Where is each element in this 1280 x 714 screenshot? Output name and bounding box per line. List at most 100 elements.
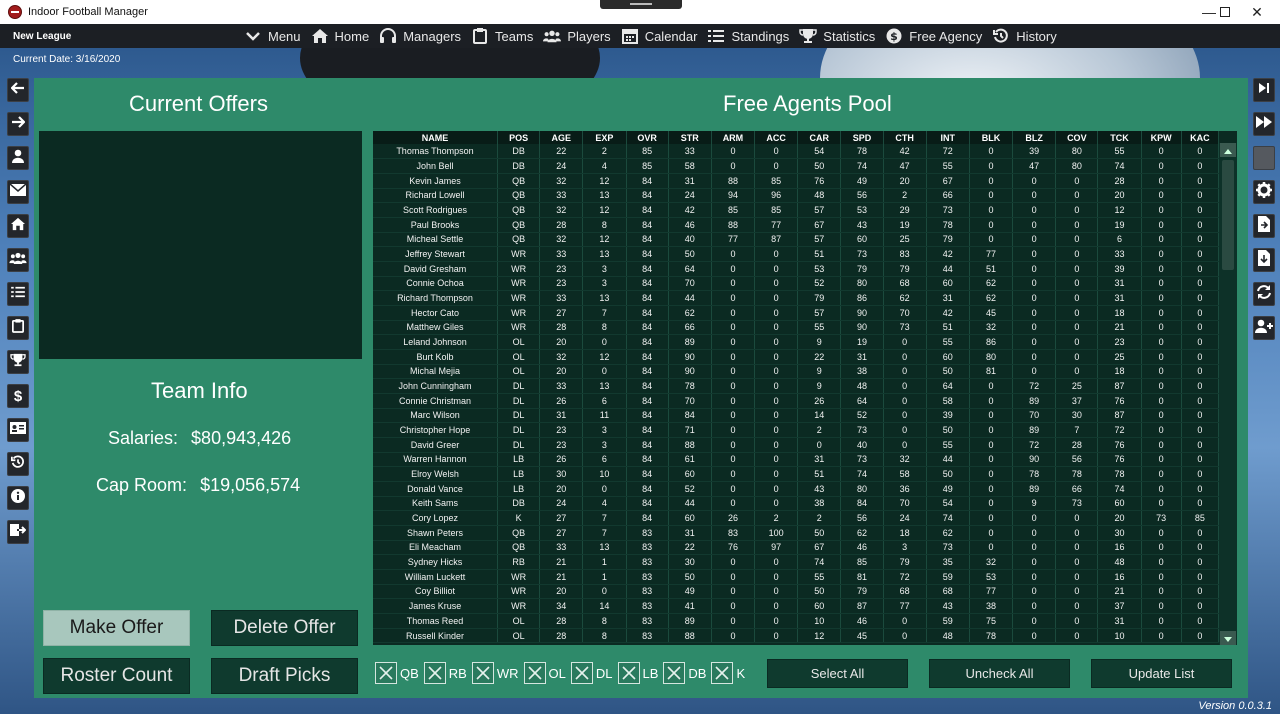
filter-checkbox-wr[interactable] [471, 662, 494, 684]
filter-ol[interactable]: OL [523, 662, 568, 684]
nav-standings[interactable]: Standings [707, 24, 789, 48]
filter-rb[interactable]: RB [423, 662, 469, 684]
nav-calendar[interactable]: Calendar [621, 24, 697, 48]
history-side-button[interactable] [7, 452, 29, 476]
skip-to-end-button[interactable] [1253, 78, 1275, 102]
table-row[interactable]: Donald Vance LB 20 0 84 52 0 0 43 80 36 49 0 89 66 74 0 0 [373, 481, 1220, 497]
table-row[interactable]: Michal Mejia OL 20 0 84 90 0 0 9 38 0 50 81 0 0 18 0 0 [373, 364, 1220, 380]
column-header-acc[interactable]: ACC [754, 131, 799, 144]
column-header-str[interactable]: STR [668, 131, 712, 144]
filter-checkbox-ol[interactable] [523, 662, 546, 684]
table-row[interactable]: Coy Billiot WR 20 0 83 49 0 0 50 79 68 68 77 0 0 21 0 0 [373, 584, 1220, 600]
back-button[interactable] [7, 78, 29, 102]
filter-db[interactable]: DB [663, 662, 708, 684]
filter-checkbox-qb[interactable] [375, 662, 397, 684]
home-side-button[interactable] [7, 214, 29, 238]
table-row[interactable]: Keith Sams DB 24 4 84 44 0 0 38 84 70 54 0 9 73 60 0 0 [373, 496, 1220, 512]
table-row[interactable]: Shawn Peters QB 27 7 83 31 83 100 50 62 18 62 0 0 0 30 0… [373, 525, 1220, 541]
table-row[interactable]: Eli Meacham QB 33 13 83 22 76 97 67 46 3 73 0 0 0 16 0 0 [373, 540, 1220, 556]
filter-lb[interactable]: LB [617, 662, 661, 684]
column-header-kpw[interactable]: KPW [1141, 131, 1182, 144]
table-row[interactable]: Micheal Settle QB 32 12 84 40 77 87 57 60 25 79 0 0 0 6… [373, 232, 1220, 248]
table-row[interactable]: Richard Thompson WR 33 13 84 44 0 0 79 86 62 31 62 0 0… [373, 290, 1220, 306]
nav-history[interactable]: History [992, 24, 1057, 48]
table-row[interactable]: Matthew Giles WR 28 8 84 66 0 0 55 90 73 51 32 0 0 21 0 0 [373, 320, 1220, 336]
messages-button[interactable] [7, 180, 29, 204]
table-row[interactable]: William Luckett WR 21 1 83 50 0 0 55 81 72 59 53 0 0 16… [373, 569, 1220, 585]
table-row[interactable]: Hector Cato WR 27 7 84 62 0 0 57 90 70 42 45 0 0 18 0 0 [373, 305, 1220, 321]
nav-statistics[interactable]: Statistics [799, 24, 875, 48]
column-header-exp[interactable]: EXP [582, 131, 627, 144]
table-row[interactable]: David Gresham WR 23 3 84 64 0 0 53 79 79 44 51 0 0 39 0 0 [373, 261, 1220, 277]
column-header-cov[interactable]: COV [1055, 131, 1099, 144]
select-all-button[interactable]: Select All [767, 659, 908, 688]
nav-players[interactable]: Players [543, 24, 611, 48]
column-header-cth[interactable]: CTH [883, 131, 927, 144]
column-header-pos[interactable]: POS [497, 131, 541, 144]
filter-checkbox-lb[interactable] [617, 662, 640, 684]
table-row[interactable]: David Greer DL 23 3 84 88 0 0 0 40 0 55 0 72 28 76 0 0 [373, 437, 1220, 453]
window-drag-handle[interactable] [600, 0, 682, 9]
table-row[interactable]: Warren Hannon LB 26 6 84 61 0 0 31 73 32 44 0 90 56 76 0… [373, 452, 1220, 468]
table-row[interactable]: Burt Kolb OL 32 12 84 90 0 0 22 31 0 60 80 0 0 25 0 0 [373, 349, 1220, 365]
profile-button[interactable] [7, 146, 29, 170]
column-header-car[interactable]: CAR [797, 131, 842, 144]
delete-offer-button[interactable]: Delete Offer [211, 610, 358, 646]
column-header-tck[interactable]: TCK [1097, 131, 1142, 144]
export-button[interactable] [7, 520, 29, 544]
table-row[interactable]: Marc Wilson DL 31 11 84 84 0 0 14 52 0 39 0 70 30 87 0 0 [373, 408, 1220, 424]
scroll-down-button[interactable] [1220, 631, 1236, 645]
scroll-up-button[interactable] [1220, 143, 1236, 157]
table-row[interactable]: Leland Johnson OL 20 0 84 89 0 0 9 19 0 55 86 0 0 23 0 0 [373, 334, 1220, 350]
table-row[interactable]: Jeffrey Stewart WR 33 13 84 50 0 0 51 73 83 42 77 0 0 3… [373, 246, 1220, 262]
column-header-age[interactable]: AGE [539, 131, 584, 144]
advance-button[interactable] [1253, 112, 1275, 136]
column-header-arm[interactable]: ARM [711, 131, 756, 144]
nav-teams[interactable]: Teams [471, 24, 533, 48]
nav-managers[interactable]: Managers [379, 24, 461, 48]
statistics-side-button[interactable] [7, 350, 29, 374]
current-offers-list[interactable] [39, 131, 362, 359]
table-scrollbar[interactable] [1219, 143, 1237, 645]
filter-checkbox-db[interactable] [663, 662, 686, 684]
scroll-thumb[interactable] [1222, 160, 1234, 270]
teams-side-button[interactable] [7, 316, 29, 340]
filter-k[interactable]: K [711, 662, 747, 684]
players-side-button[interactable] [7, 248, 29, 272]
settings-button[interactable] [1253, 180, 1275, 204]
column-header-spd[interactable]: SPD [840, 131, 884, 144]
filter-checkbox-dl[interactable] [570, 662, 593, 684]
table-row[interactable]: Russell Kinder OL 28 8 83 88 0 0 12 45 0 48 78 0 0 10 0 0 [373, 628, 1220, 644]
table-row[interactable]: James Kruse WR 34 14 83 41 0 0 60 87 77 43 38 0 0 37 0 0 [373, 598, 1220, 614]
roster-count-button[interactable]: Roster Count [43, 658, 190, 694]
info-button[interactable] [7, 486, 29, 510]
make-offer-button[interactable]: Make Offer [43, 610, 190, 646]
nav-menu[interactable]: Menu [244, 24, 301, 48]
filter-checkbox-k[interactable] [711, 662, 734, 684]
forward-button[interactable] [7, 112, 29, 136]
table-row[interactable]: Elroy Welsh LB 30 10 84 60 0 0 51 74 58 50 0 78 78 78 0 0 [373, 466, 1220, 482]
nav-free-agency[interactable]: $ Free Agency [885, 24, 982, 48]
table-row[interactable]: Scott Rodrigues QB 32 12 84 42 85 85 57 53 29 73 0 0 0… [373, 202, 1220, 218]
filter-wr[interactable]: WR [471, 662, 521, 684]
table-row[interactable]: Thomas Thompson DB 22 2 85 33 0 0 54 78 42 72 0 39 80 5… [373, 144, 1220, 160]
table-row[interactable]: Christopher Hope DL 23 3 84 71 0 0 2 73 0 50 0 89 7 72 0… [373, 422, 1220, 438]
filter-dl[interactable]: DL [570, 662, 615, 684]
column-header-ovr[interactable]: OVR [626, 131, 669, 144]
standings-side-button[interactable] [7, 282, 29, 306]
download-file-button[interactable] [1253, 248, 1275, 272]
table-row[interactable]: John Bell DB 24 4 85 58 0 0 50 74 47 55 0 47 80 74 0 0 [373, 158, 1220, 174]
table-row[interactable]: Cory Lopez K 27 7 84 60 26 2 2 56 24 74 0 0 0 20 73 85 [373, 510, 1220, 526]
refresh-button[interactable] [1253, 282, 1275, 306]
draft-picks-button[interactable]: Draft Picks [211, 658, 358, 694]
roster-card-button[interactable] [7, 418, 29, 442]
free-agents-table[interactable]: NAME POS AGE EXP OVR STR ARM ACC CAR SPD CTH INT BLK… [373, 131, 1237, 645]
add-player-button[interactable] [1253, 316, 1275, 340]
free-agency-side-button[interactable]: $ [7, 384, 29, 408]
table-row[interactable]: Connie Christman DL 26 6 84 70 0 0 26 64 0 58 0 89 37 7… [373, 393, 1220, 409]
nav-home[interactable]: Home [311, 24, 369, 48]
update-list-button[interactable]: Update List [1091, 659, 1232, 688]
column-header-int[interactable]: INT [926, 131, 970, 144]
table-row[interactable]: Paul Brooks QB 28 8 84 46 88 77 67 43 19 78 0 0 0 19 0 0 [373, 217, 1220, 233]
filter-checkbox-rb[interactable] [423, 662, 446, 684]
